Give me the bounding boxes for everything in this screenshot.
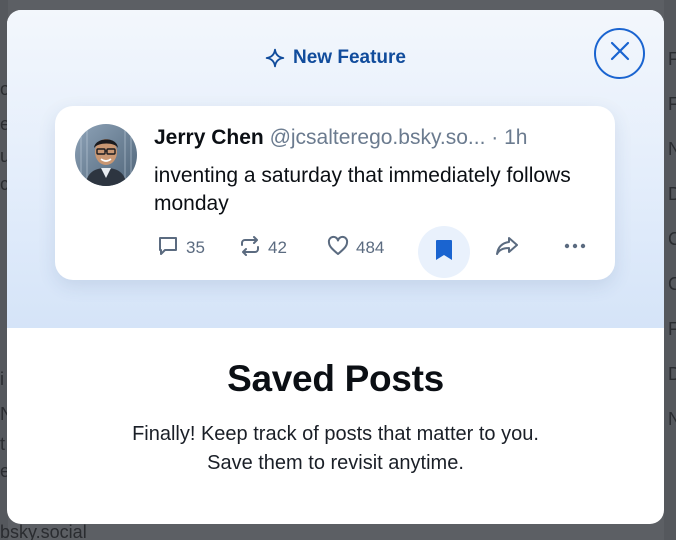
more-icon	[562, 234, 588, 263]
header-separator: ·	[491, 126, 499, 149]
author-name[interactable]: Jerry Chen	[154, 126, 264, 149]
share-button[interactable]	[494, 228, 520, 268]
new-feature-label: New Feature	[293, 47, 406, 68]
repost-icon	[238, 234, 262, 263]
dialog-description: Finally! Keep track of posts that matter…	[7, 420, 664, 478]
sparkle-icon	[265, 48, 285, 68]
reply-count: 35	[186, 238, 205, 257]
bookmark-icon	[433, 237, 455, 268]
background-text-fragment: D	[668, 364, 676, 384]
background-text-fragment: i	[0, 369, 4, 389]
share-icon	[494, 234, 520, 263]
post-actions: 35 42 484	[154, 226, 594, 278]
like-count: 484	[356, 238, 385, 257]
like-button[interactable]: 484	[326, 228, 384, 268]
background-bottom-text: bsky.social	[0, 522, 87, 540]
background-text-fragment: N	[668, 409, 676, 429]
repost-button[interactable]: 42	[238, 228, 287, 268]
background-text-fragment: t	[0, 434, 6, 454]
description-line-1: Finally! Keep track of posts that matter…	[132, 423, 539, 445]
dialog-hero: New Feature Jerry Chen @jcsalterego.bsky…	[7, 10, 664, 328]
background-text-fragment: D	[668, 184, 676, 204]
background-text-fragment: F	[668, 49, 676, 69]
background-text-fragment: C	[668, 229, 676, 249]
close-button[interactable]	[594, 28, 645, 79]
background-text-fragment: F	[668, 94, 676, 114]
heart-icon	[326, 234, 350, 263]
repost-count: 42	[268, 238, 287, 257]
background-text-fragment: N	[668, 139, 676, 159]
reply-icon	[156, 234, 180, 263]
post-text: inventing a saturday that immediately fo…	[154, 164, 571, 215]
post-header: Jerry Chen @jcsalterego.bsky.so... · 1h	[154, 124, 594, 152]
author-handle[interactable]: @jcsalterego.bsky.so...	[270, 126, 486, 149]
description-line-2: Save them to revisit anytime.	[207, 452, 464, 474]
reply-button[interactable]: 35	[156, 228, 205, 268]
close-icon	[609, 40, 631, 67]
background-text-fragment: F	[668, 319, 676, 339]
background-right-edge	[664, 0, 676, 540]
avatar	[75, 124, 137, 186]
new-feature-tag: New Feature	[7, 47, 664, 69]
dialog-title: Saved Posts	[227, 358, 444, 399]
post-preview-card: Jerry Chen @jcsalterego.bsky.so... · 1h …	[55, 106, 615, 280]
post-time[interactable]: 1h	[504, 126, 527, 149]
background-text-fragment: C	[668, 274, 676, 294]
new-feature-dialog: New Feature Jerry Chen @jcsalterego.bsky…	[7, 10, 664, 524]
more-options-button[interactable]	[562, 228, 588, 268]
bookmark-button[interactable]	[418, 226, 470, 278]
